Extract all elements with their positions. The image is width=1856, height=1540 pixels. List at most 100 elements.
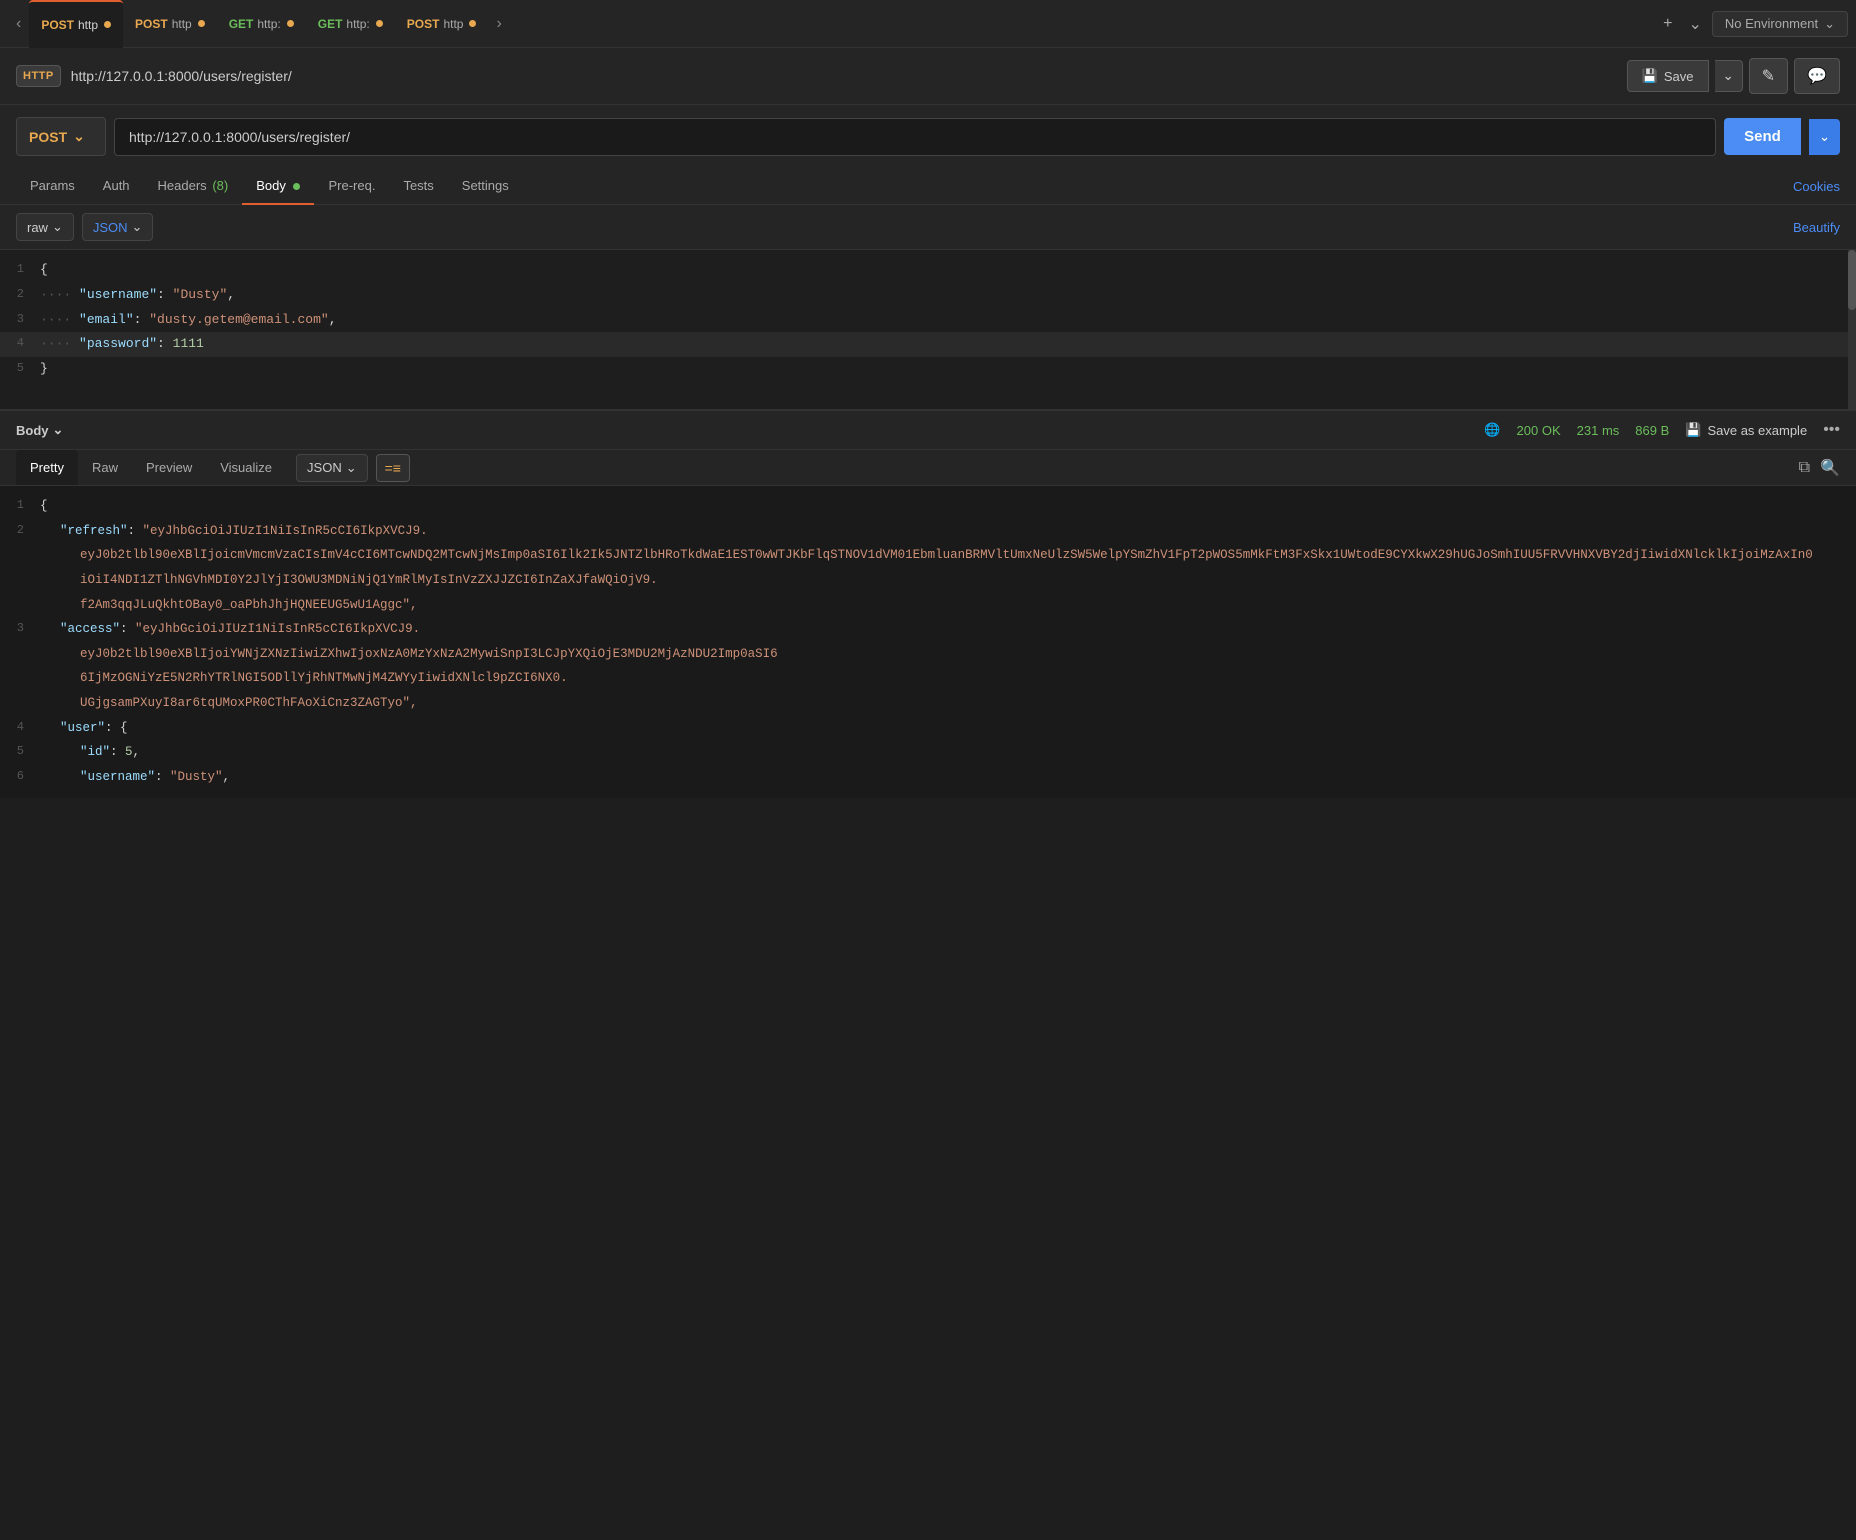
tab-headers[interactable]: Headers (8) — [144, 168, 243, 205]
send-button[interactable]: Send — [1724, 118, 1801, 155]
response-body-viewer: 1 { 2 "refresh": "eyJhbGciOiJIUzI1NiIsIn… — [0, 486, 1856, 798]
resp-tab-visualize[interactable]: Visualize — [206, 450, 286, 485]
tab-prev-button[interactable]: ‹ — [8, 9, 29, 39]
code-line-3: 3 ···· "email": "dusty.getem@email.com", — [0, 308, 1856, 333]
tab-bar: ‹ POST http POST http GET http: GET http… — [0, 0, 1856, 48]
request-body-editor[interactable]: 1 { 2 ···· "username": "Dusty", 3 ···· "… — [0, 250, 1856, 410]
cookies-link[interactable]: Cookies — [1793, 179, 1840, 194]
add-tab-button[interactable]: + — [1657, 11, 1678, 37]
response-format-label: JSON — [307, 460, 342, 475]
scroll-track[interactable] — [1848, 250, 1856, 409]
beautify-button[interactable]: Beautify — [1793, 220, 1840, 235]
save-as-example-button[interactable]: 💾 Save as example — [1685, 422, 1807, 438]
request-section: POST ⌄ Send ⌄ — [0, 105, 1856, 168]
save-button[interactable]: 💾 Save — [1627, 60, 1709, 92]
method-url-row: POST ⌄ Send ⌄ — [16, 105, 1840, 168]
tab-3-dot — [287, 20, 294, 27]
tab-tests[interactable]: Tests — [389, 168, 447, 205]
tab-5-method: POST — [407, 17, 440, 31]
tab-5[interactable]: POST http — [395, 0, 489, 48]
tab-2-method: POST — [135, 17, 168, 31]
code-line-1: 1 { — [0, 258, 1856, 283]
tab-3[interactable]: GET http: — [217, 0, 306, 48]
body-dot-indicator — [293, 183, 300, 190]
tab-4-method: GET — [318, 17, 343, 31]
filter-button[interactable]: =≡ — [376, 454, 410, 482]
tab-params[interactable]: Params — [16, 168, 89, 205]
tab-1-dot — [104, 21, 111, 28]
format-raw-chevron: ⌄ — [52, 219, 63, 235]
method-selector[interactable]: POST ⌄ — [16, 117, 106, 156]
resp-tab-pretty[interactable]: Pretty — [16, 450, 78, 485]
response-meta: 🌐 200 OK 231 ms 869 B 💾 Save as example … — [1484, 421, 1840, 439]
response-format-selector[interactable]: JSON ⌄ — [296, 454, 368, 482]
tab-settings[interactable]: Settings — [448, 168, 523, 205]
response-header: Body ⌄ 🌐 200 OK 231 ms 869 B 💾 Save as e… — [0, 410, 1856, 450]
resp-line-5: 5 "id": 5, — [0, 740, 1856, 765]
response-format-chevron: ⌄ — [346, 460, 357, 476]
environment-label: No Environment — [1725, 16, 1818, 31]
tab-overflow-button[interactable]: ⌄ — [1682, 10, 1707, 38]
tab-prereq[interactable]: Pre-req. — [314, 168, 389, 205]
body-format-row: raw ⌄ JSON ⌄ Beautify — [0, 205, 1856, 250]
resp-line-2: 2 "refresh": "eyJhbGciOiJIUzI1NiIsInR5cC… — [0, 519, 1856, 544]
tab-auth[interactable]: Auth — [89, 168, 144, 205]
response-body-toggle[interactable]: Body ⌄ — [16, 422, 63, 438]
resp-line-1: 1 { — [0, 494, 1856, 519]
tab-2-dot — [198, 20, 205, 27]
save-dropdown-button[interactable]: ⌄ — [1715, 60, 1743, 92]
resp-tab-raw[interactable]: Raw — [78, 450, 132, 485]
resp-line-2c: iOiI4NDI1ZTlhNGVhMDI0Y2JlYjI3OWU3MDNiNjQ… — [0, 568, 1856, 593]
resp-tab-preview[interactable]: Preview — [132, 450, 206, 485]
send-label: Send — [1744, 128, 1781, 145]
format-json-chevron: ⌄ — [132, 219, 143, 235]
copy-response-button[interactable]: ⧉ — [1799, 458, 1810, 478]
tab-2[interactable]: POST http — [123, 0, 217, 48]
tab-1-method: POST — [41, 18, 74, 32]
tab-1[interactable]: POST http — [29, 0, 123, 48]
format-raw-selector[interactable]: raw ⌄ — [16, 213, 74, 241]
format-json-selector[interactable]: JSON ⌄ — [82, 213, 154, 241]
response-status: 200 OK — [1517, 423, 1561, 438]
search-response-button[interactable]: 🔍 — [1820, 458, 1840, 478]
url-bar-url: http://127.0.0.1:8000/users/register/ — [71, 68, 1617, 84]
tab-2-url: http — [172, 17, 192, 31]
filter-icon: =≡ — [385, 460, 401, 476]
resp-line-3d: UGjgsamPXuyI8ar6tqUMoxPR0CThFAoXiCnz3ZAG… — [0, 691, 1856, 716]
tab-3-method: GET — [229, 17, 254, 31]
code-line-5: 5 } — [0, 357, 1856, 382]
resp-line-3c: 6IjMzOGNiYzE5N2RhYTRlNGI5ODllYjRhNTMwNjM… — [0, 666, 1856, 691]
method-value: POST — [29, 129, 67, 145]
more-options-button[interactable]: ••• — [1823, 421, 1840, 439]
response-size: 869 B — [1635, 423, 1669, 438]
code-line-2: 2 ···· "username": "Dusty", — [0, 283, 1856, 308]
tab-next-button[interactable]: › — [488, 9, 509, 39]
resp-line-3: 3 "access": "eyJhbGciOiJIUzI1NiIsInR5cCI… — [0, 617, 1856, 642]
comment-button[interactable]: 💬 — [1794, 58, 1840, 94]
chevron-down-icon: ⌄ — [1824, 16, 1835, 32]
scroll-thumb[interactable] — [1848, 250, 1856, 310]
method-chevron-icon: ⌄ — [73, 128, 85, 145]
tab-5-url: http — [443, 17, 463, 31]
tab-4[interactable]: GET http: — [306, 0, 395, 48]
request-tabs-nav: Params Auth Headers (8) Body Pre-req. Te… — [0, 168, 1856, 205]
send-dropdown-button[interactable]: ⌄ — [1809, 119, 1840, 155]
environment-selector[interactable]: No Environment ⌄ — [1712, 11, 1848, 37]
resp-line-4: 4 "user": { — [0, 716, 1856, 741]
resp-line-6: 6 "username": "Dusty", — [0, 765, 1856, 790]
globe-icon: 🌐 — [1484, 422, 1500, 438]
url-input[interactable] — [114, 118, 1716, 156]
resp-line-3b: eyJ0b2tlbl90eXBlIjoiYWNjZXNzIiwiZXhwIjox… — [0, 642, 1856, 667]
edit-button[interactable]: ✎ — [1749, 58, 1788, 94]
save-example-icon: 💾 — [1685, 422, 1701, 438]
resp-line-2d: f2Am3qqJLuQkhtOBay0_oaPbhJhjHQNEEUG5wU1A… — [0, 593, 1856, 618]
tab-4-dot — [376, 20, 383, 27]
response-actions: ⧉ 🔍 — [1799, 458, 1840, 478]
tab-5-dot — [469, 20, 476, 27]
tab-4-url: http: — [346, 17, 369, 31]
tab-body[interactable]: Body — [242, 168, 314, 205]
response-time: 231 ms — [1577, 423, 1620, 438]
tab-1-url: http — [78, 18, 98, 32]
code-line-4: 4 ···· "password": 1111 — [0, 332, 1856, 357]
save-label: Save — [1664, 69, 1694, 84]
